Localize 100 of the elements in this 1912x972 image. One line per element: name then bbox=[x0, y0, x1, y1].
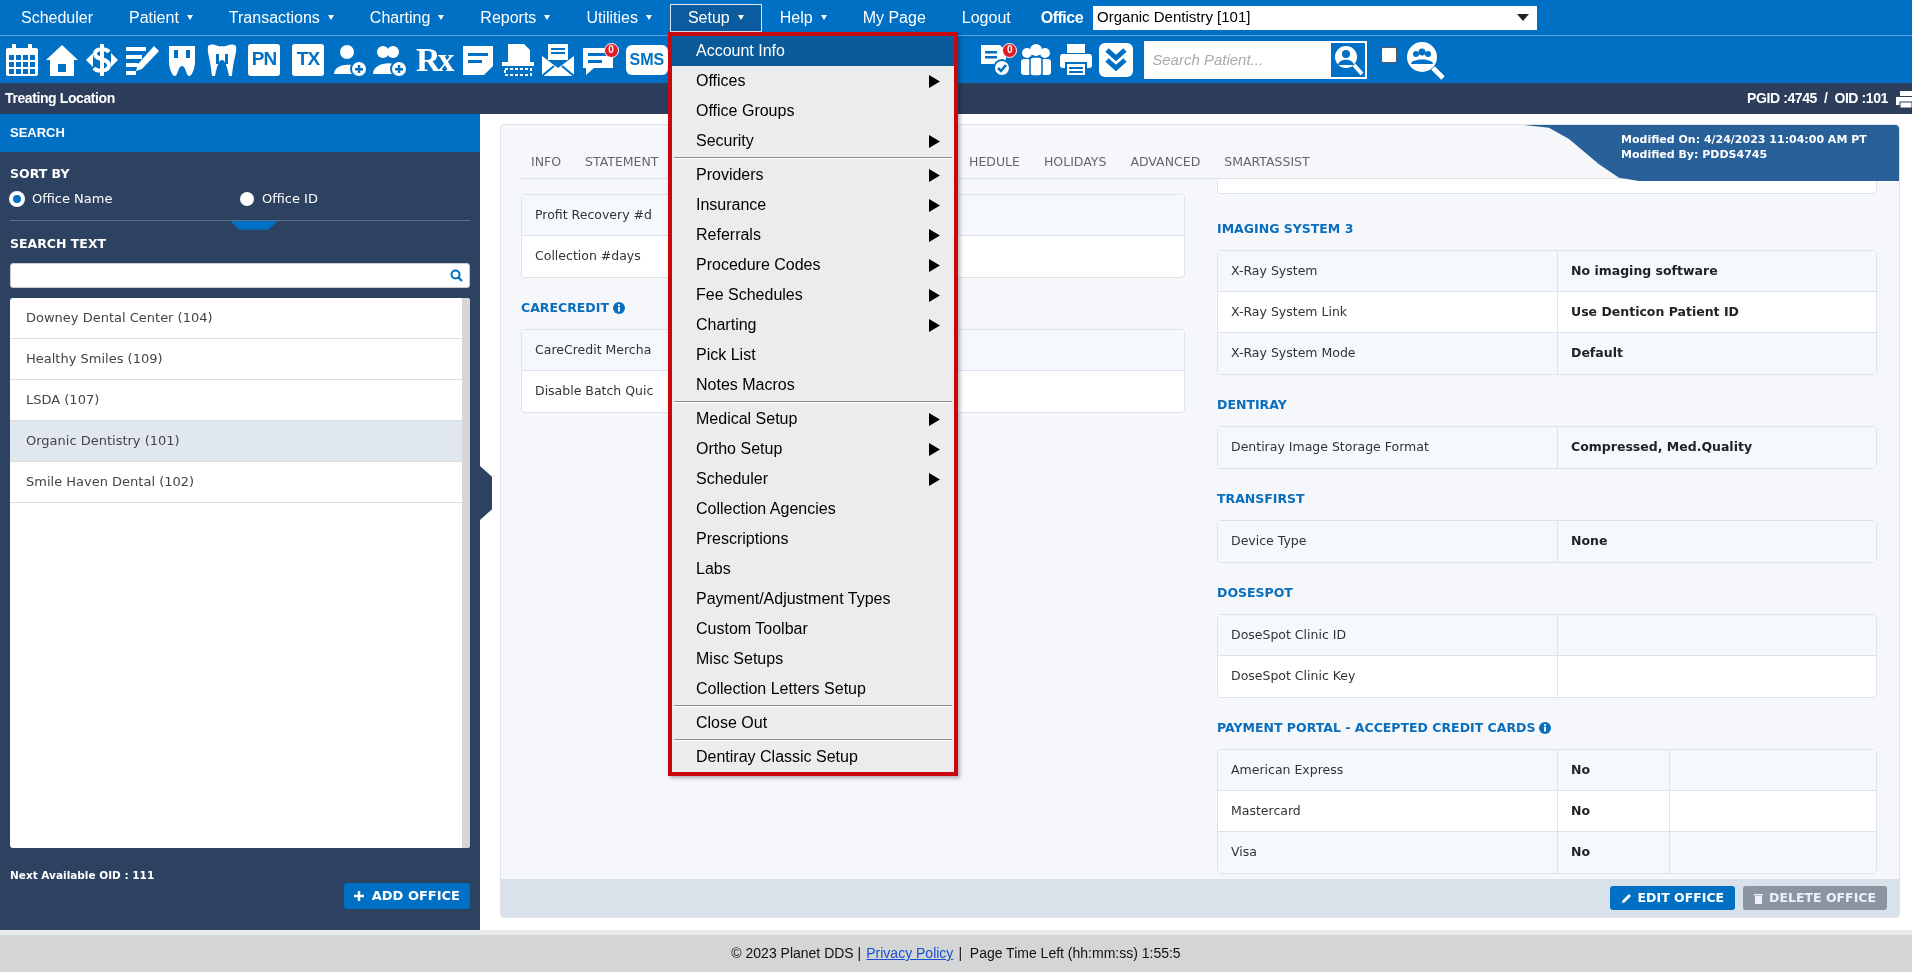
chevron-down-icon[interactable] bbox=[1098, 41, 1135, 78]
section-title: TRANSFIRST bbox=[1217, 489, 1305, 508]
menu-item[interactable]: Dentiray Classic Setup bbox=[672, 742, 954, 772]
nav-menu-item[interactable]: Patient bbox=[111, 3, 211, 32]
tab[interactable]: INFO bbox=[531, 153, 562, 178]
section-title: DOSESPOT bbox=[1217, 583, 1293, 602]
value-cell-text: Compressed, Med.Quality bbox=[1570, 438, 1754, 457]
printer-icon[interactable] bbox=[1058, 41, 1095, 78]
calendar-icon[interactable] bbox=[4, 41, 40, 78]
menu-item[interactable]: Pick List bbox=[672, 340, 954, 370]
table-cell: Visa bbox=[1218, 832, 1558, 873]
menu-item[interactable]: Collection Agencies bbox=[672, 494, 954, 524]
count-badge: 0 bbox=[1002, 42, 1018, 58]
tab[interactable]: SMARTASSIST bbox=[1224, 153, 1310, 178]
patient-search-field[interactable]: Search Patient... bbox=[1144, 40, 1330, 79]
note-tile[interactable]: TX bbox=[292, 43, 324, 76]
value-cell: No bbox=[1558, 750, 1670, 790]
menu-item[interactable]: Office Groups bbox=[672, 96, 954, 126]
table-cell-text: Profit Recovery #d bbox=[534, 205, 653, 224]
menu-item[interactable]: Collection Letters Setup bbox=[672, 674, 954, 704]
office-list-item[interactable]: Healthy Smiles (109) bbox=[10, 338, 462, 380]
value-cell-text: No imaging software bbox=[1570, 261, 1719, 280]
nav-menu-item[interactable]: My Page bbox=[844, 3, 944, 32]
menu-item[interactable]: Labs bbox=[672, 554, 954, 584]
value-cell-text: None bbox=[1570, 532, 1609, 551]
printer-icon[interactable] bbox=[1896, 88, 1912, 109]
menu-item[interactable]: Medical Setup bbox=[672, 404, 954, 434]
panel-header: SEARCH bbox=[0, 114, 480, 152]
office-list-item[interactable]: Smile Haven Dental (102) bbox=[10, 461, 462, 503]
table-cell: Device Type bbox=[1218, 521, 1558, 562]
radio-option[interactable]: Office Name bbox=[10, 187, 240, 210]
office-select[interactable]: Organic Dentistry [101] bbox=[1093, 5, 1538, 30]
office-list-item[interactable]: LSDA (107) bbox=[10, 379, 462, 421]
table-cell-text: CareCredit Mercha bbox=[534, 340, 653, 359]
prescription-button[interactable]: Rx bbox=[412, 34, 456, 85]
office-list-item[interactable]: Organic Dentistry (101) bbox=[10, 420, 462, 462]
note-tile[interactable]: PN bbox=[248, 43, 280, 76]
office-list-item[interactable]: Downey Dental Center (104) bbox=[10, 297, 462, 339]
menu-item[interactable]: Scheduler bbox=[672, 464, 954, 494]
tab[interactable]: ADVANCED bbox=[1130, 153, 1201, 178]
info-icon[interactable] bbox=[612, 302, 625, 314]
search-button[interactable] bbox=[1329, 40, 1368, 79]
menu-item[interactable]: Charting bbox=[672, 310, 954, 340]
field-label: Office bbox=[1040, 7, 1084, 28]
menu-item[interactable]: Payment/Adjustment Types bbox=[672, 584, 954, 614]
dollar-icon[interactable] bbox=[84, 41, 120, 78]
menu-item[interactable]: Providers bbox=[672, 160, 954, 190]
radio-option[interactable]: Office ID bbox=[240, 187, 470, 210]
section-title: DENTIRAY bbox=[1217, 395, 1287, 414]
location-title: Treating Location bbox=[5, 89, 115, 108]
mail-icon[interactable] bbox=[539, 41, 576, 78]
search-icon bbox=[1332, 43, 1365, 76]
office-ids: PGID :4745 / OID :101 bbox=[1747, 89, 1888, 108]
menu-item[interactable]: Fee Schedules bbox=[672, 280, 954, 310]
menu-item[interactable]: Offices bbox=[672, 66, 954, 96]
search-field[interactable] bbox=[10, 262, 470, 288]
add-office-button[interactable]: ADD OFFICE bbox=[343, 883, 470, 909]
edit-office-button[interactable]: EDIT OFFICE bbox=[1609, 885, 1736, 911]
nav-menu-item[interactable]: Transactions bbox=[210, 3, 352, 32]
menu-item[interactable]: Security bbox=[672, 126, 954, 156]
people-search-icon[interactable] bbox=[1405, 39, 1446, 80]
nav-menu-item[interactable]: Reports bbox=[462, 3, 569, 32]
menu-item[interactable]: Account Info bbox=[672, 36, 954, 66]
scrollbar[interactable] bbox=[462, 297, 470, 848]
field-label: SORT BY bbox=[10, 165, 71, 183]
menu-item[interactable]: Close Out bbox=[672, 708, 954, 738]
tab[interactable]: STATEMENT bbox=[585, 153, 659, 178]
table-cell: X-Ray System Link bbox=[1218, 292, 1558, 332]
info-icon[interactable] bbox=[1539, 722, 1552, 734]
nav-menu-item[interactable]: Help bbox=[761, 3, 845, 32]
menu-item[interactable]: Misc Setups bbox=[672, 644, 954, 674]
table-cell: X-Ray System Mode bbox=[1218, 333, 1558, 374]
nav-menu-item[interactable]: Logout bbox=[943, 3, 1029, 32]
next-oid-text: Next Available OID : 111 bbox=[10, 867, 156, 883]
value-cell: No bbox=[1558, 791, 1670, 831]
nav-menu-item[interactable]: Setup bbox=[669, 3, 762, 32]
menu-item[interactable]: Ortho Setup bbox=[672, 434, 954, 464]
section-title: PAYMENT PORTAL - ACCEPTED CREDIT CARDS bbox=[1217, 718, 1536, 737]
plus-icon bbox=[353, 891, 364, 901]
nav-menu-item[interactable]: Charting bbox=[351, 3, 463, 32]
menu-item[interactable]: Procedure Codes bbox=[672, 250, 954, 280]
menu-item[interactable]: Insurance bbox=[672, 190, 954, 220]
scanner-icon[interactable] bbox=[499, 41, 536, 78]
modified-by-text: Modified By: PDDS4745 bbox=[1621, 147, 1769, 163]
menu-item[interactable]: Custom Toolbar bbox=[672, 614, 954, 644]
table-cell-text: Collection #days bbox=[534, 247, 642, 266]
nav-menu-item[interactable]: Utilities bbox=[568, 3, 670, 32]
search-icon bbox=[450, 268, 463, 282]
menu-item[interactable]: Prescriptions bbox=[672, 524, 954, 554]
table-cell-text: Disable Batch Quic bbox=[534, 382, 655, 401]
menu-item[interactable]: Notes Macros bbox=[672, 370, 954, 400]
tab[interactable]: HOLIDAYS bbox=[1043, 153, 1107, 178]
privacy-policy-link[interactable]: Privacy Policy bbox=[866, 943, 954, 964]
section-title: CARECREDIT bbox=[521, 298, 609, 317]
nav-menu-item[interactable]: Scheduler bbox=[3, 3, 112, 32]
checkbox[interactable] bbox=[1381, 46, 1398, 63]
sms-button[interactable]: SMS bbox=[625, 44, 669, 75]
tab[interactable]: HEDULE bbox=[969, 153, 1020, 178]
menu-item[interactable]: Referrals bbox=[672, 220, 954, 250]
section-title: IMAGING SYSTEM 3 bbox=[1217, 219, 1354, 238]
